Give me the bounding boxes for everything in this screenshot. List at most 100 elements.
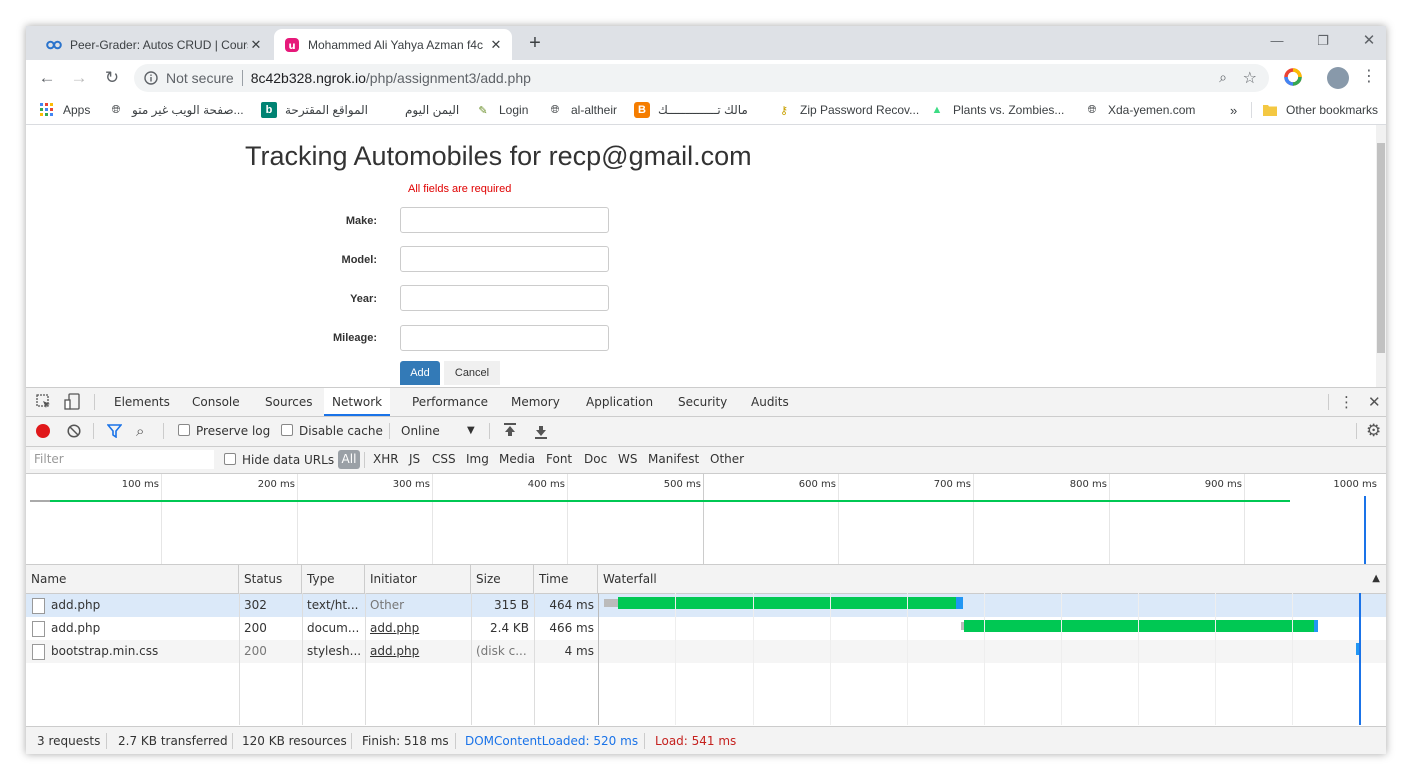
record-icon[interactable]	[36, 424, 50, 438]
col-waterfall[interactable]: Waterfall ▲	[598, 565, 1386, 593]
tab-console[interactable]: Console	[184, 388, 248, 416]
bookmark-item[interactable]: 🌐︎ al-altheir	[547, 101, 617, 119]
filter-icon[interactable]	[106, 424, 123, 441]
other-bookmarks[interactable]: Other bookmarks	[1262, 101, 1378, 119]
filter-doc[interactable]: Doc	[584, 452, 607, 466]
zoom-icon[interactable]: ⌕	[1219, 69, 1227, 86]
menu-icon[interactable]: ⋮	[1361, 66, 1377, 86]
initiator-link[interactable]: add.php	[365, 640, 471, 663]
timeline-gridline	[567, 474, 568, 564]
make-input[interactable]	[400, 207, 609, 233]
model-input[interactable]	[400, 246, 609, 272]
close-devtools-icon[interactable]: ✕	[1368, 393, 1381, 411]
timeline-gridline	[1109, 474, 1110, 564]
name-cell[interactable]: add.php	[26, 594, 239, 617]
bookmark-apps[interactable]: Apps	[39, 101, 90, 119]
info-icon	[144, 71, 158, 85]
close-tab-icon[interactable]: ✕	[488, 37, 504, 53]
minimize-icon[interactable]: —	[1264, 30, 1290, 52]
col-time[interactable]: Time	[534, 565, 598, 593]
tab-application[interactable]: Application	[578, 388, 661, 416]
tab-network[interactable]: Network	[324, 388, 391, 416]
filter-xhr[interactable]: XHR	[373, 452, 399, 466]
export-har-icon[interactable]	[534, 423, 548, 442]
devtools-menu-icon[interactable]: ⋮	[1339, 393, 1354, 411]
table-row[interactable]: add.php 302 text/ht... Other 315 B 464 m…	[26, 594, 1386, 617]
col-initiator[interactable]: Initiator	[365, 565, 471, 593]
tab-security[interactable]: Security	[670, 388, 735, 416]
extension-icon[interactable]	[1284, 68, 1302, 86]
filter-js[interactable]: JS	[409, 452, 420, 466]
table-row[interactable]: bootstrap.min.css 200 stylesh... add.php…	[26, 640, 1386, 663]
filter-font[interactable]: Font	[546, 452, 572, 466]
tab-peer-grader[interactable]: Peer-Grader: Autos CRUD | Cours ✕	[36, 29, 272, 60]
filter-other[interactable]: Other	[710, 452, 744, 466]
col-size[interactable]: Size	[471, 565, 534, 593]
filter-input[interactable]: Filter	[30, 450, 214, 469]
preserve-log-checkbox[interactable]: Preserve log	[178, 424, 270, 438]
tab-sources[interactable]: Sources	[257, 388, 320, 416]
new-tab-button[interactable]: +	[524, 32, 546, 54]
avatar[interactable]	[1327, 67, 1349, 89]
bookmark-item[interactable]: b المواقع المقترحة	[261, 101, 368, 119]
device-toolbar-icon[interactable]	[64, 393, 82, 414]
bookmark-item[interactable]: 🌐︎ صفحة الويب غير متو...	[108, 101, 244, 119]
network-overview[interactable]: 100 ms 200 ms 300 ms 400 ms 500 ms 600 m…	[26, 474, 1386, 565]
tab-assignment[interactable]: u Mohammed Ali Yahya Azman f4c ✕	[274, 29, 512, 60]
initiator-link[interactable]: add.php	[365, 617, 471, 640]
toolbar-divider	[489, 423, 490, 439]
restore-icon[interactable]: ❐	[1310, 30, 1336, 52]
back-icon[interactable]: ←	[36, 67, 58, 89]
make-label: Make:	[345, 215, 377, 227]
bookmark-label: المواقع المقترحة	[285, 103, 369, 117]
more-bookmarks-button[interactable]: »	[1230, 101, 1237, 119]
tab-memory[interactable]: Memory	[503, 388, 568, 416]
name-cell[interactable]: bootstrap.min.css	[26, 640, 239, 663]
hide-data-urls-checkbox[interactable]: Hide data URLs	[224, 453, 334, 467]
bookmark-item[interactable]: 🌐︎ Xda-yemen.com	[1084, 101, 1196, 119]
mileage-input[interactable]	[400, 325, 609, 351]
close-window-icon[interactable]: ✕	[1356, 30, 1382, 52]
scrollbar-thumb[interactable]	[1377, 143, 1385, 353]
column-divider	[302, 593, 303, 725]
tick-label: 1000 ms	[1333, 479, 1377, 490]
import-har-icon[interactable]	[503, 423, 517, 442]
close-tab-icon[interactable]: ✕	[248, 37, 264, 53]
col-name[interactable]: Name	[26, 565, 239, 593]
address-bar[interactable]: Not secure 8c42b328.ngrok.io/php/assignm…	[134, 64, 1269, 92]
disable-cache-checkbox[interactable]: Disable cache	[281, 424, 383, 438]
filter-img[interactable]: Img	[466, 452, 489, 466]
bookmark-star-icon[interactable]: ☆	[1243, 68, 1257, 88]
bookmark-item[interactable]: ▲ Plants vs. Zombies...	[929, 101, 1065, 119]
tab-audits[interactable]: Audits	[743, 388, 797, 416]
filter-css[interactable]: CSS	[432, 452, 456, 466]
security-indicator[interactable]: Not secure	[144, 70, 234, 86]
reload-icon[interactable]: ↻	[101, 67, 123, 89]
search-icon[interactable]: ⌕	[136, 422, 144, 440]
cancel-button[interactable]: Cancel	[444, 361, 500, 385]
page-scrollbar[interactable]	[1376, 125, 1386, 387]
clear-icon[interactable]	[67, 424, 81, 441]
document-icon	[32, 598, 45, 614]
inspect-element-icon[interactable]	[36, 394, 52, 413]
col-status[interactable]: Status	[239, 565, 302, 593]
filter-media[interactable]: Media	[499, 452, 535, 466]
filter-all[interactable]: All	[338, 450, 360, 469]
col-type[interactable]: Type	[302, 565, 365, 593]
add-button[interactable]: Add	[400, 361, 440, 385]
bookmark-item[interactable]: B مالك تــــــــــــــك	[634, 101, 748, 119]
tab-elements[interactable]: Elements	[106, 388, 178, 416]
throttle-select[interactable]: Online ▼	[401, 424, 481, 438]
filter-manifest[interactable]: Manifest	[648, 452, 699, 466]
bookmark-item[interactable]: اليمن اليوم	[405, 101, 459, 119]
bookmark-item[interactable]: ✎ Login	[475, 101, 528, 119]
bookmark-item[interactable]: ⚷ Zip Password Recov...	[776, 101, 919, 119]
settings-gear-icon[interactable]: ⚙	[1366, 421, 1381, 441]
year-input[interactable]	[400, 285, 609, 311]
forward-icon[interactable]: →	[68, 67, 90, 89]
tab-performance[interactable]: Performance	[404, 388, 496, 416]
bookmarks-bar: Apps 🌐︎ صفحة الويب غير متو... b المواقع …	[26, 96, 1386, 125]
name-cell[interactable]: add.php	[26, 617, 239, 640]
filter-ws[interactable]: WS	[618, 452, 637, 466]
table-row[interactable]: add.php 200 docum... add.php 2.4 KB 466 …	[26, 617, 1386, 640]
